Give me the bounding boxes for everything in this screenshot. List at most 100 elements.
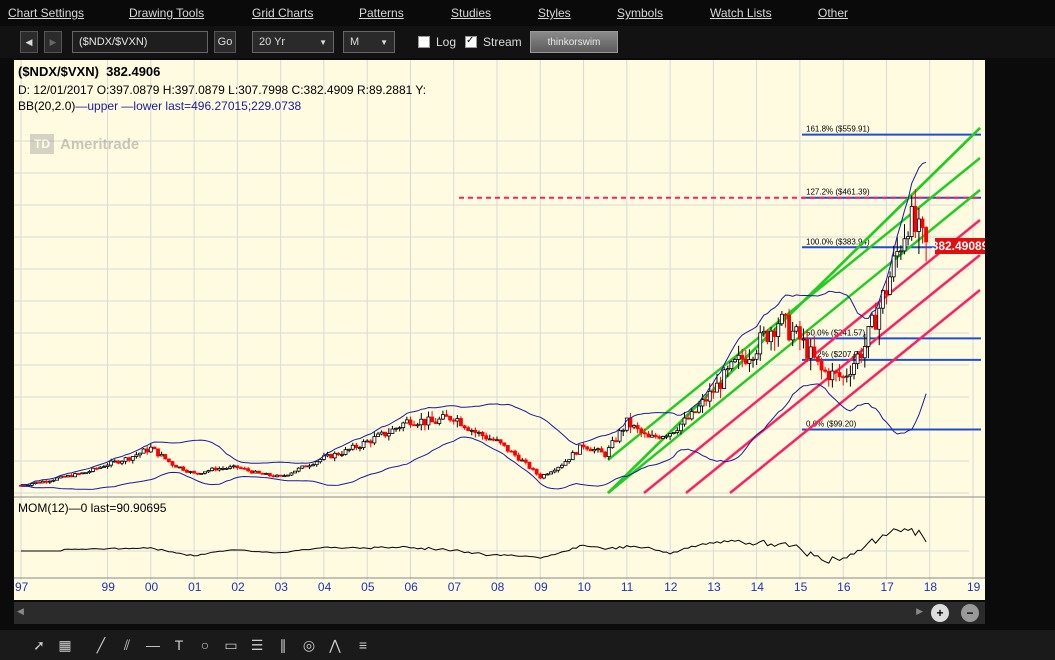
trendline-icon[interactable]: ╱ (90, 634, 112, 656)
candle-body (293, 470, 297, 474)
candle-body (217, 468, 222, 471)
mom-line (21, 527, 927, 564)
candle-body (772, 330, 777, 337)
x-tick-label: 16 (837, 580, 851, 594)
candle-body (242, 467, 247, 470)
horizontal-line-icon[interactable]: — (142, 634, 164, 656)
log-label: Log (436, 35, 457, 49)
scroll-right-icon[interactable]: ▶ (916, 606, 923, 617)
period-select[interactable]: 20 Yr ▼ (252, 31, 334, 53)
candle-body (776, 323, 781, 337)
candle-body (798, 326, 802, 340)
x-tick-label: 05 (361, 580, 375, 594)
chart-area[interactable]: 5505004504003503002502001501005009799000… (14, 60, 985, 600)
candle-body (819, 361, 824, 371)
candle-body (441, 414, 445, 420)
mom-readout: MOM(12)—0 last=90.90695 (18, 501, 167, 515)
candle-body (556, 466, 561, 471)
fib-time-icon[interactable]: ∥ (272, 634, 294, 656)
cursor-icon[interactable]: ➚ (28, 634, 50, 656)
fib-level-label: 161.8% ($559.91) (806, 125, 870, 134)
fan-icon[interactable]: ⋀ (324, 634, 346, 656)
candle-body (639, 428, 644, 434)
candle-body (920, 218, 925, 228)
symbol-input[interactable]: ($NDX/$VXN) (72, 31, 208, 53)
candle-body (588, 448, 593, 452)
annotation-icon[interactable]: ◎ (298, 634, 320, 656)
candle-body (736, 354, 741, 360)
menu-symbols[interactable]: Symbols (617, 6, 663, 20)
drawing-toolbar: ➚ ▦ ╱ ⫽ — T ○ ▭ ☰ ∥ ◎ ⋀ ≡ (0, 630, 1055, 660)
candle-body (473, 429, 478, 433)
candle-body (668, 433, 672, 437)
stream-label: Stream (483, 35, 522, 49)
zoom-in-icon[interactable]: + (931, 604, 949, 622)
forward-button[interactable]: ▶ (44, 31, 62, 53)
scroll-left-icon[interactable]: ◀ (17, 606, 24, 617)
candle-body (466, 427, 471, 431)
log-checkbox[interactable]: Log (418, 31, 456, 53)
go-button[interactable]: Go (214, 31, 236, 53)
menu-grid-charts[interactable]: Grid Charts (252, 6, 313, 20)
menu-chart-settings[interactable]: Chart Settings (8, 6, 84, 20)
candle-body (873, 314, 878, 330)
candle-body (105, 464, 110, 468)
x-tick-label: 18 (924, 580, 938, 594)
menu-styles[interactable]: Styles (538, 6, 571, 20)
candle-body (437, 418, 442, 424)
back-button[interactable]: ◀ (20, 31, 38, 53)
list-icon[interactable]: ≡ (352, 634, 374, 656)
x-tick-label: 08 (491, 580, 505, 594)
candle-body (314, 461, 319, 466)
candle-body (401, 422, 406, 429)
candle-body (801, 338, 806, 341)
candle-body (213, 467, 218, 471)
horizontal-scrollbar[interactable]: ◀ ▶ + − (14, 602, 985, 624)
candle-body (852, 363, 856, 375)
candle-body (300, 465, 305, 469)
candle-body (148, 446, 153, 453)
thinkorswim-logo: thinkorswim (530, 31, 618, 53)
candle-body (671, 432, 676, 435)
bb-readout: BB(20,2.0)—upper —lower last=496.27015;2… (18, 99, 302, 113)
green-channel-line (607, 189, 981, 494)
mom-last: 0 last=90.90695 (80, 501, 167, 515)
candle-body (599, 448, 604, 453)
menu-drawing-tools[interactable]: Drawing Tools (129, 6, 204, 20)
menu-other[interactable]: Other (818, 6, 848, 20)
candle-body (596, 448, 600, 451)
candle-body (830, 370, 835, 381)
candle-body (386, 433, 391, 437)
title-symbol: ($NDX/$VXN) (18, 64, 99, 79)
candle-body (260, 472, 265, 475)
channel-icon[interactable]: ⫽ (116, 634, 138, 656)
candle-body (527, 461, 532, 469)
x-tick-label: 17 (880, 580, 894, 594)
candle-body (336, 452, 341, 456)
candle-body (296, 467, 301, 472)
candle-body (55, 477, 59, 481)
candle-body (891, 255, 896, 278)
candle-body (206, 470, 211, 473)
candle-body (779, 313, 784, 325)
candle-body (58, 475, 63, 479)
menu-studies[interactable]: Studies (451, 6, 491, 20)
ellipse-icon[interactable]: ○ (194, 634, 216, 656)
candle-body (444, 414, 449, 417)
stream-checkbox[interactable]: Stream (465, 31, 522, 53)
candle-body (707, 390, 712, 402)
fib-icon[interactable]: ☰ (246, 634, 268, 656)
interval-select[interactable]: M ▼ (343, 31, 395, 53)
candle-body (37, 481, 41, 484)
candle-body (184, 469, 189, 473)
crosshair-icon[interactable]: ▦ (54, 634, 76, 656)
menu-patterns[interactable]: Patterns (359, 6, 404, 20)
candle-body (138, 452, 142, 456)
text-icon[interactable]: T (168, 634, 190, 656)
candle-body (433, 421, 438, 424)
zoom-out-icon[interactable]: − (961, 604, 979, 622)
candle-body (264, 473, 269, 475)
candle-body (282, 475, 287, 478)
menu-watch-lists[interactable]: Watch Lists (710, 6, 772, 20)
rectangle-icon[interactable]: ▭ (220, 634, 242, 656)
